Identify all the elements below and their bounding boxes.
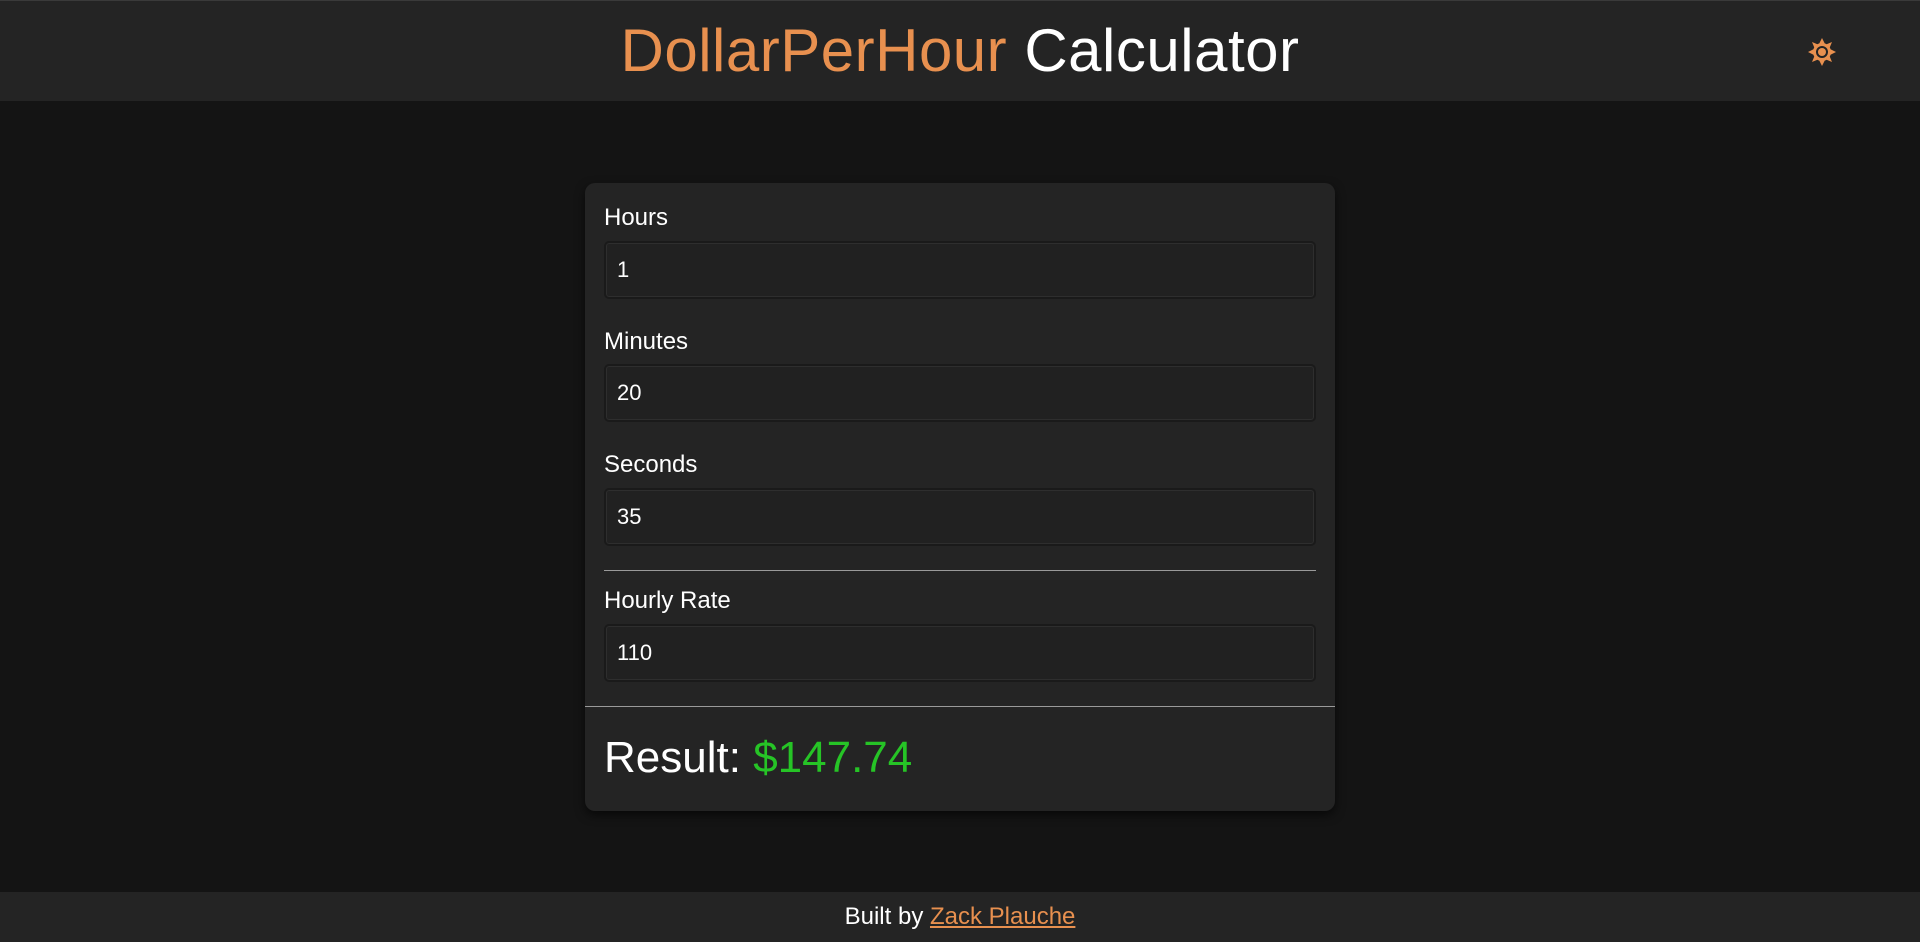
theme-toggle-button[interactable] [1805, 35, 1839, 69]
hours-input[interactable] [604, 241, 1316, 299]
calculator-card: Hours Minutes Seconds Hourly Rate Result… [585, 183, 1335, 811]
section-divider [604, 570, 1316, 571]
footer-prefix: Built by [844, 903, 924, 930]
author-link[interactable]: Zack Plauche [930, 903, 1075, 930]
result-display: Result: $147.74 [604, 730, 912, 786]
seconds-input[interactable] [604, 488, 1316, 546]
app-header: DollarPerHour Calculator [0, 0, 1920, 101]
result-value: $147.74 [753, 733, 913, 782]
title-main: Calculator [1024, 17, 1300, 84]
title-accent: DollarPerHour [620, 17, 1008, 84]
minutes-input[interactable] [604, 364, 1316, 422]
app-footer: Built by Zack Plauche [0, 892, 1920, 942]
result-label: Result: [604, 733, 741, 782]
hourly-rate-input[interactable] [604, 624, 1316, 682]
sun-icon [1808, 38, 1836, 66]
page-title: DollarPerHour Calculator [0, 15, 1920, 87]
hours-label: Hours [604, 204, 669, 231]
seconds-label: Seconds [604, 451, 698, 478]
minutes-label: Minutes [604, 328, 689, 355]
result-divider [585, 706, 1335, 707]
hourly-rate-label: Hourly Rate [604, 587, 731, 614]
